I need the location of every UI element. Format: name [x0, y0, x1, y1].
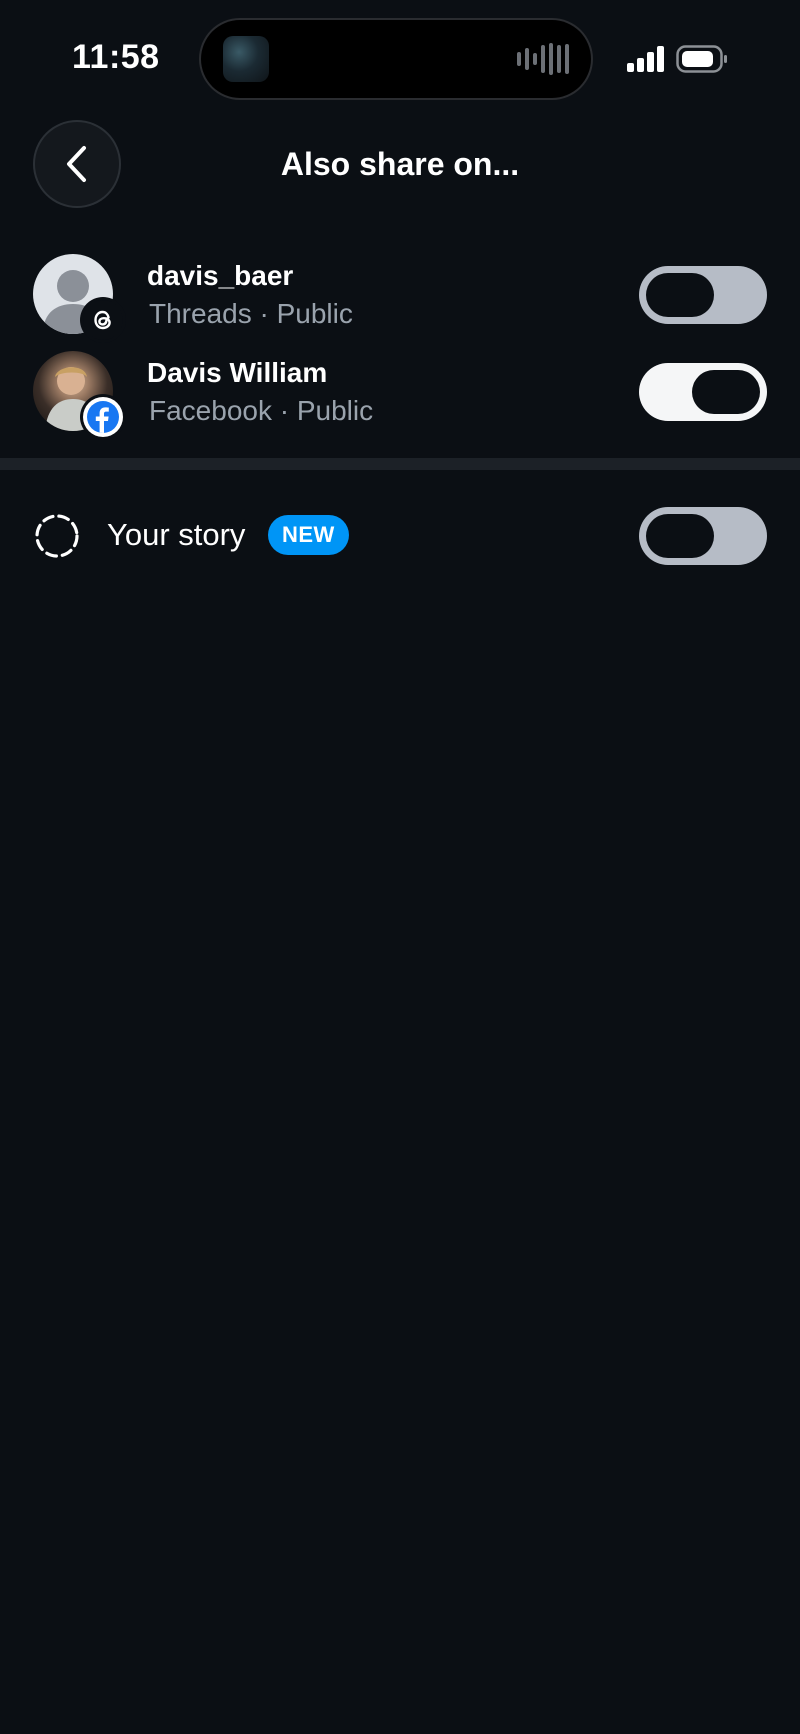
account-subtitle: Threads · Public	[149, 298, 353, 329]
story-share-toggle[interactable]	[639, 507, 767, 565]
battery-icon	[676, 45, 727, 73]
now-playing-artwork	[223, 36, 269, 82]
story-label: Your story	[107, 517, 246, 552]
new-badge: NEW	[268, 515, 349, 555]
section-divider	[0, 458, 800, 470]
account-subtitle: Facebook · Public	[149, 395, 374, 426]
page-title: Also share on...	[280, 146, 520, 182]
dynamic-island[interactable]	[201, 20, 591, 98]
toggle-knob	[646, 514, 714, 558]
story-ring-icon	[35, 514, 79, 558]
facebook-share-toggle[interactable]	[639, 363, 767, 421]
account-name: davis_baer	[147, 260, 294, 291]
audio-waveform-icon	[517, 42, 569, 76]
header: Also share on...	[0, 110, 800, 230]
threads-share-toggle[interactable]	[639, 266, 767, 324]
story-row[interactable]: Your story NEW	[0, 497, 800, 577]
account-name: Davis William	[147, 357, 328, 388]
toggle-knob	[646, 273, 714, 317]
cellular-signal-icon	[627, 46, 664, 72]
status-bar: 11:58	[0, 0, 800, 110]
account-row-facebook[interactable]: Davis William Facebook · Public	[0, 345, 800, 441]
toggle-knob	[692, 370, 760, 414]
account-row-threads[interactable]: davis_baer Threads · Public	[0, 248, 800, 344]
status-time: 11:58	[72, 38, 160, 76]
threads-icon	[83, 300, 123, 340]
facebook-icon	[83, 397, 123, 437]
